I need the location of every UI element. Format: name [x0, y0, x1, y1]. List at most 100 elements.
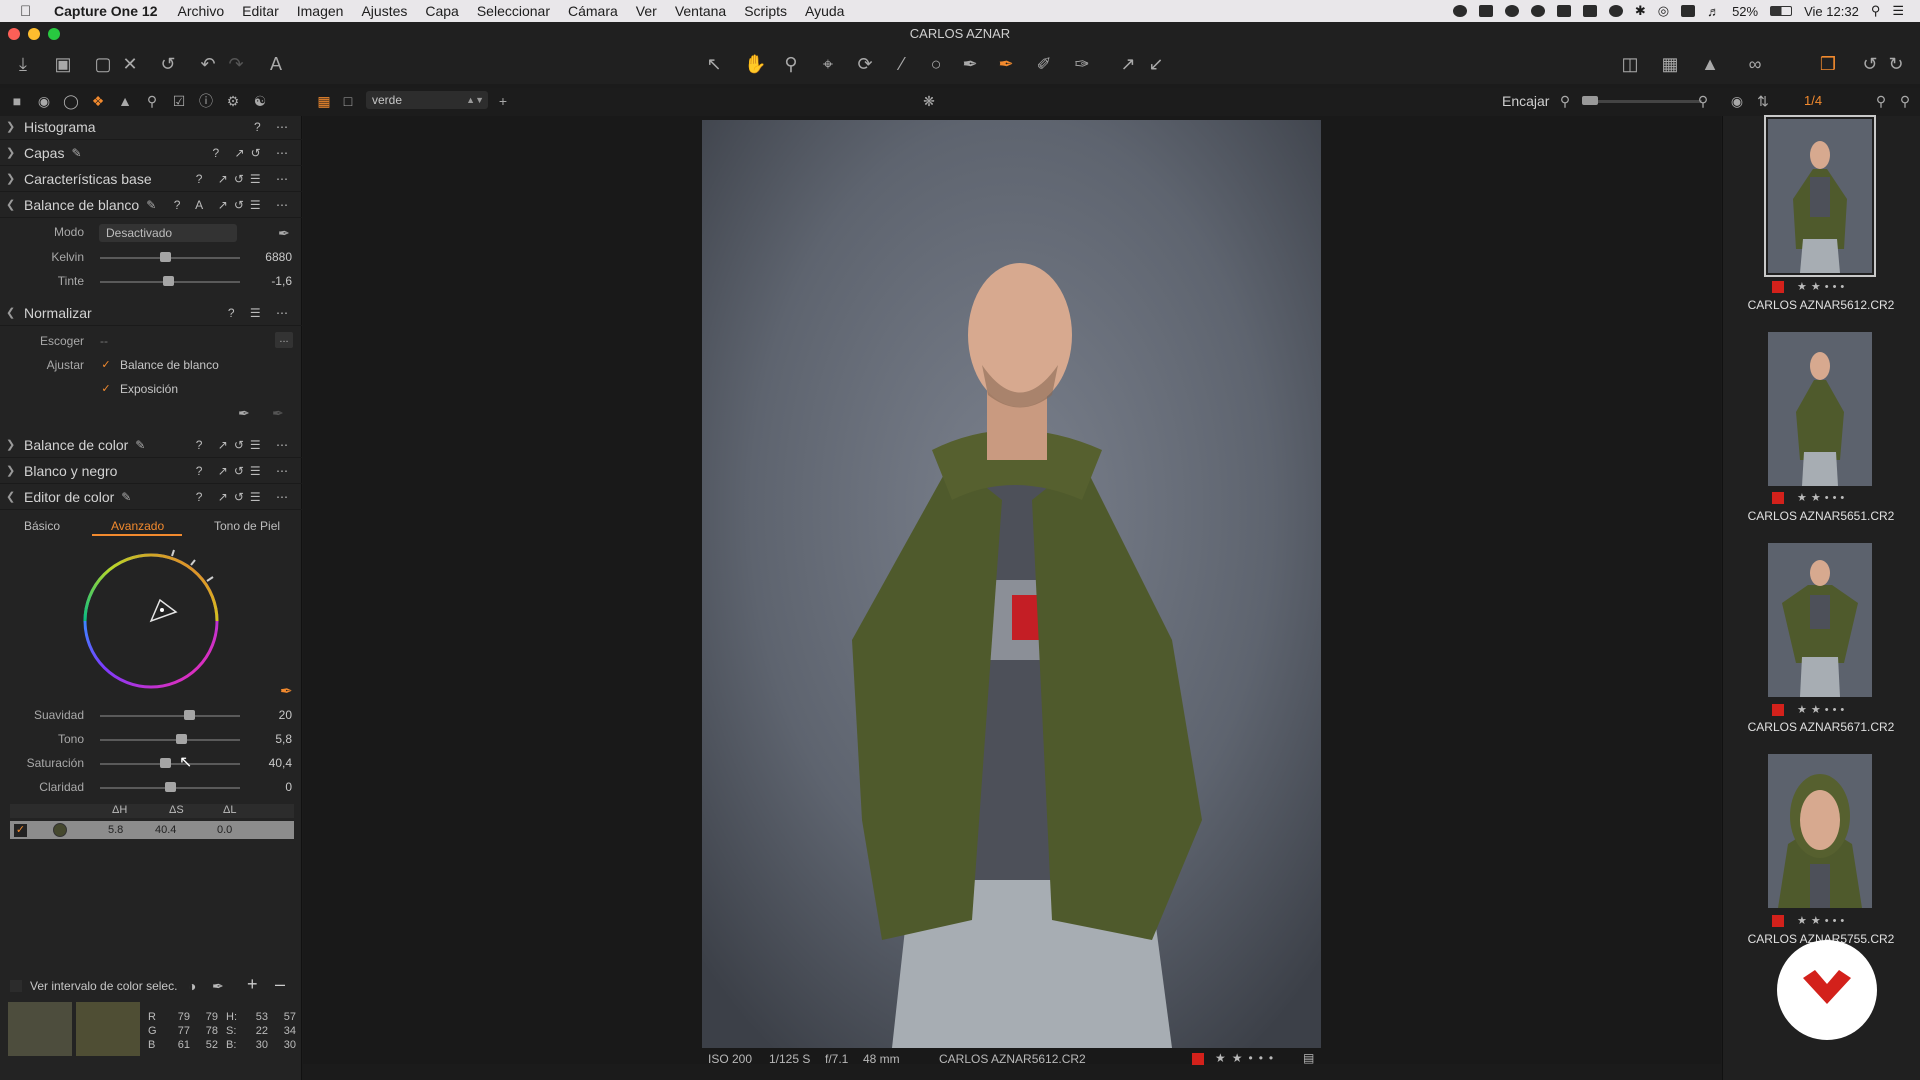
thumbnail-4[interactable] [1768, 754, 1872, 908]
kelvin-value[interactable]: 6880 [244, 250, 292, 264]
zoom-fit-label[interactable]: Encajar [1502, 93, 1549, 109]
apply-adjustments-icon[interactable]: ↙ [1146, 54, 1166, 74]
menu-ayuda[interactable]: Ayuda [805, 3, 844, 19]
color-tag-icon[interactable] [1772, 281, 1784, 293]
capture-tab-icon[interactable]: ◉ [35, 92, 53, 110]
tool-base-characteristics[interactable]: ❯ Características base ? ↗↺☰ ⋯ [0, 166, 302, 192]
tool-color-editor[interactable]: ❮ Editor de color ✎ ? ↗↺☰ ⋯ [0, 484, 302, 510]
menu-ver[interactable]: Ver [636, 3, 657, 19]
undo-icon[interactable]: ↶ [198, 54, 218, 74]
eyedropper-icon[interactable]: ✒ [212, 978, 224, 995]
color-tag-icon[interactable] [1772, 492, 1784, 504]
rotate-left-icon[interactable]: ↺ [1860, 54, 1880, 74]
lens-tab-icon[interactable]: ◯ [62, 92, 80, 110]
tool-black-white[interactable]: ❯ Blanco y negro ? ↗↺☰ ⋯ [0, 458, 302, 484]
tool-normalize[interactable]: ❮ Normalizar ? ☰ ⋯ [0, 300, 302, 326]
search-icon[interactable]: ⚲ [1872, 92, 1890, 110]
tool-actions[interactable]: ? ↗↺☰ ⋯ [196, 172, 294, 186]
select-cursor-icon[interactable]: ↖ [704, 54, 724, 74]
text-tool-icon[interactable]: A [266, 54, 286, 74]
menu-imagen[interactable]: Imagen [297, 3, 344, 19]
menu-seleccionar[interactable]: Seleccionar [477, 3, 550, 19]
clarity-slider-knob[interactable] [164, 782, 176, 792]
hue-slider-knob[interactable] [175, 734, 187, 744]
zoom-slider[interactable] [1582, 100, 1702, 103]
tool-actions[interactable]: ? ↗↺☰ ⋯ [196, 438, 294, 452]
pin-icon[interactable] [1530, 5, 1545, 17]
capture-icon[interactable]: ▣ [53, 54, 73, 74]
show-range-label[interactable]: Ver intervalo de color selec. [30, 979, 177, 993]
star-rating-icon[interactable]: ★★••• [1797, 280, 1848, 293]
output-tab-icon[interactable]: ⚙ [224, 92, 242, 110]
battery-percent[interactable]: 52% [1732, 4, 1758, 19]
pan-hand-icon[interactable]: ✋ [744, 54, 766, 74]
smoothness-slider-knob[interactable] [184, 710, 196, 720]
normalize-wb-option[interactable]: Balance de blanco [120, 358, 219, 372]
color-tag-icon[interactable] [1772, 915, 1784, 927]
clarity-value[interactable]: 0 [244, 780, 292, 794]
brush-icon[interactable]: ✐ [1034, 54, 1054, 74]
exposure-tab-icon[interactable]: ▲ [116, 92, 134, 110]
delete-icon[interactable]: ✕ [120, 54, 140, 74]
normalize-exposure-option[interactable]: Exposición [120, 382, 178, 396]
zoom-slider-knob[interactable] [1582, 96, 1598, 105]
rotate-right-icon[interactable]: ↻ [1886, 54, 1906, 74]
hue-slider[interactable] [100, 739, 240, 741]
crop-icon[interactable]: ⌖ [818, 54, 838, 74]
chevron-right-icon[interactable]: ❯ [6, 438, 22, 451]
chevron-right-icon[interactable]: ❯ [6, 146, 22, 159]
keystone-icon[interactable]: ⁄ [892, 54, 912, 74]
hue-value[interactable]: 5,8 [244, 732, 292, 746]
metadata-tab-icon[interactable]: ⓘ [197, 92, 215, 110]
star-rating-icon[interactable]: ★★••• [1797, 703, 1848, 716]
menu-capa[interactable]: Capa [425, 3, 458, 19]
eye-icon[interactable]: ◉ [1728, 92, 1746, 110]
zoom-browser-icon[interactable]: ⚲ [1896, 92, 1914, 110]
tool-color-balance[interactable]: ❯ Balance de color ✎ ? ↗↺☰ ⋯ [0, 432, 302, 458]
chrome-icon[interactable] [1608, 5, 1623, 17]
menu-camara[interactable]: Cámara [568, 3, 618, 19]
smoothness-value[interactable]: 20 [244, 708, 292, 722]
wb-mode-select[interactable]: Desactivado [99, 224, 237, 242]
remove-range-button[interactable]: – [275, 974, 285, 995]
range-color-swatch[interactable] [53, 823, 67, 837]
compare-icon[interactable]: ◫ [1620, 54, 1640, 74]
creative-cloud-icon[interactable] [1504, 5, 1519, 17]
wifi-icon[interactable]: ◎ [1658, 3, 1669, 19]
tool-histogram[interactable]: ❯ Histograma ? ⋯ [0, 114, 302, 140]
grid-icon[interactable]: ▦ [1660, 54, 1680, 74]
adjustments-tab-icon[interactable]: ☑ [170, 92, 188, 110]
chevron-right-icon[interactable]: ❯ [6, 464, 22, 477]
main-photo[interactable] [702, 120, 1321, 1048]
menu-clock[interactable]: Vie 12:32 [1804, 4, 1859, 19]
tint-value[interactable]: -1,6 [244, 274, 292, 288]
add-collection-icon[interactable]: + [494, 92, 512, 110]
copy-adjustments-icon[interactable]: ↗ [1118, 54, 1138, 74]
tool-layers[interactable]: ❯ Capas ✎ ? ↗↺ ⋯ [0, 140, 302, 166]
checkmark-icon[interactable]: ✓ [100, 383, 112, 395]
checkmark-icon[interactable]: ✓ [14, 824, 27, 837]
thumbnail-2[interactable] [1768, 332, 1872, 486]
saturation-slider-knob[interactable] [160, 758, 172, 768]
add-range-button[interactable]: + [247, 974, 258, 995]
chevron-down-icon[interactable]: ❮ [6, 306, 22, 319]
details-toggle-icon[interactable]: ▤ [1303, 1051, 1314, 1065]
edit-multiple-icon[interactable]: ❒ [1818, 54, 1838, 74]
bluetooth-icon[interactable]: ✱ [1635, 3, 1646, 19]
library-tab-icon[interactable]: ■ [8, 92, 26, 110]
settings-app-icon[interactable] [1582, 5, 1597, 17]
menu-app-name[interactable]: Capture One 12 [54, 3, 157, 19]
tool-actions[interactable]: ? ↗↺☰ ⋯ [196, 490, 294, 504]
details-tab-icon[interactable]: ⚲ [143, 92, 161, 110]
smoothness-slider[interactable] [100, 715, 240, 717]
spot-removal-icon[interactable]: ○ [926, 54, 946, 74]
checkmark-icon[interactable]: ✓ [100, 359, 112, 371]
chevron-right-icon[interactable]: ❯ [6, 120, 22, 133]
star-rating-icon[interactable]: ★★••• [1215, 1051, 1279, 1065]
volume-icon[interactable]: ♬ [1707, 4, 1720, 19]
batch-tab-icon[interactable]: ☯ [251, 92, 269, 110]
pick-color-icon[interactable]: ✒ [238, 405, 250, 422]
proof-glasses-icon[interactable]: ∞ [1740, 54, 1770, 74]
menu-scripts[interactable]: Scripts [744, 3, 787, 19]
apply-color-icon[interactable]: ✒ [272, 405, 284, 422]
